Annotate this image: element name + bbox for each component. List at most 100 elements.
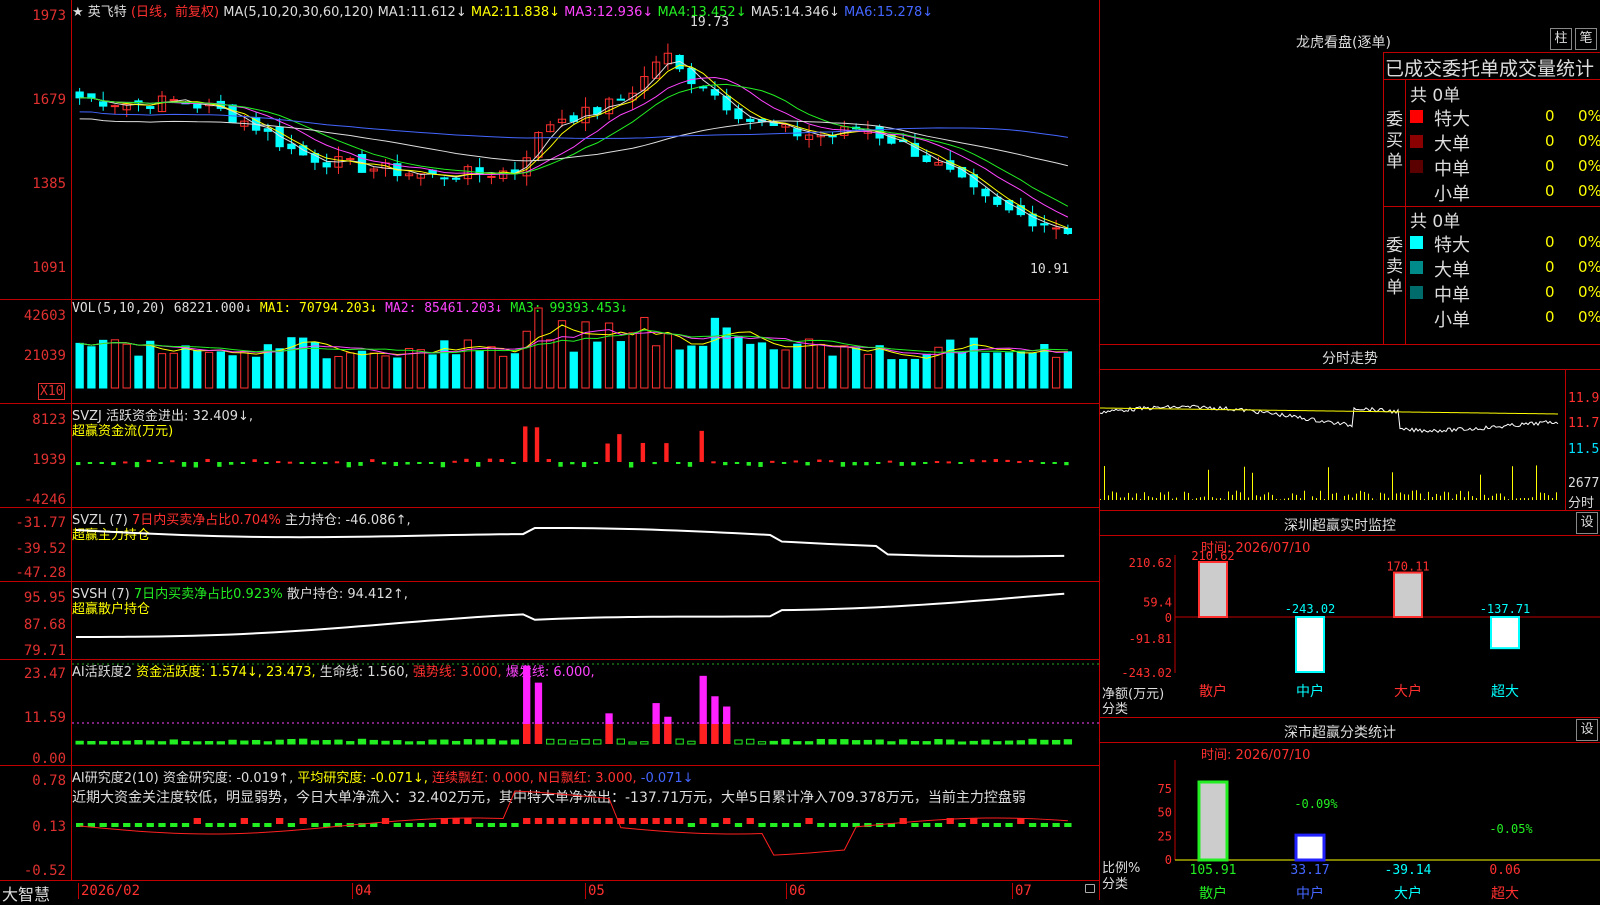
research-bar xyxy=(911,823,918,827)
activity-chart[interactable] xyxy=(72,660,1099,765)
tick-volume-bar xyxy=(1336,493,1337,500)
research-bar xyxy=(700,818,707,824)
tick-volume-bar xyxy=(1232,495,1233,500)
research-bar xyxy=(170,823,177,827)
activity-bar xyxy=(594,740,601,744)
research-bar xyxy=(711,823,718,827)
monitor-settings-button[interactable]: 设 xyxy=(1576,512,1598,534)
research-bar xyxy=(535,818,542,824)
lock-icon[interactable] xyxy=(1085,884,1095,893)
tick-volume-bar xyxy=(1276,499,1277,500)
tick-view-button[interactable]: 笔 xyxy=(1575,28,1597,50)
flow-bar xyxy=(323,462,327,464)
tick-volume-bar xyxy=(1380,493,1381,500)
research-bar xyxy=(452,818,459,824)
volume-bar xyxy=(170,353,177,388)
kline-chart[interactable] xyxy=(72,0,1099,299)
tick-volume-bar xyxy=(1440,496,1441,500)
bar-value: -137.71 xyxy=(1480,602,1531,616)
research-bar xyxy=(664,818,671,824)
tick-volume-bar xyxy=(1124,497,1125,500)
tick-volume-bar xyxy=(1256,495,1257,500)
research-bar xyxy=(217,823,224,827)
trend-title: 分时走势 xyxy=(1322,348,1378,368)
flow-bar xyxy=(335,461,339,463)
flow-bar xyxy=(194,462,198,467)
tick-volume-bar xyxy=(1148,496,1149,500)
buy-pct: 0% xyxy=(1578,132,1600,150)
tick-volume-bar xyxy=(1292,493,1293,500)
research-bar xyxy=(429,823,436,827)
volume-bar xyxy=(135,356,142,388)
activity-bar xyxy=(405,742,412,744)
candle xyxy=(111,106,118,107)
class-ratio-bar-chart[interactable]: 7550250105.91散户-0.09%33.17中户-39.14大户-0.0… xyxy=(1100,760,1600,900)
volume-chart[interactable] xyxy=(72,300,1099,403)
tick-volume-bar xyxy=(1320,491,1321,500)
tick-volume-bar xyxy=(1528,498,1529,500)
volume-bar xyxy=(876,346,883,388)
flow-bar xyxy=(1005,460,1009,462)
volume-bar xyxy=(417,350,424,388)
flow-bar xyxy=(135,462,139,467)
volume-bar xyxy=(182,346,189,388)
volume-bar xyxy=(605,323,612,388)
activity-bar xyxy=(982,740,989,744)
retail-holding-chart[interactable] xyxy=(72,582,1099,659)
flow-bar xyxy=(500,459,504,462)
volume-bar xyxy=(629,333,636,388)
buy-count: 0 xyxy=(1545,157,1555,175)
main-yaxis xyxy=(0,0,72,300)
volume-bar xyxy=(158,354,165,388)
intraday-chart[interactable] xyxy=(1100,370,1565,510)
sell-row: 大单00% xyxy=(1410,256,1600,280)
tick-volume-bar xyxy=(1452,499,1453,500)
flow-bar xyxy=(676,462,680,464)
flow-bar xyxy=(441,462,445,467)
class-title: 深市超赢分类统计 xyxy=(1284,722,1396,742)
flow-bar xyxy=(700,431,704,462)
class-ylabel: 0 xyxy=(1165,853,1172,867)
capital-flow-chart[interactable] xyxy=(72,404,1099,507)
activity-bar xyxy=(1064,740,1071,744)
svsh-ylabel: 79.71 xyxy=(0,643,66,659)
activity-bar xyxy=(182,741,189,744)
bar-view-button[interactable]: 柱 xyxy=(1550,28,1572,50)
activity-bar xyxy=(288,739,295,744)
xaxis-label: 04 xyxy=(352,883,372,899)
tick-volume-bar xyxy=(1412,491,1413,500)
main-holding-chart[interactable] xyxy=(72,508,1099,581)
ai2-ylabel: -0.52 xyxy=(0,863,66,879)
flow-bar xyxy=(1029,460,1033,462)
volume-bar xyxy=(147,341,154,388)
net-flow-bar-chart[interactable]: 210.6259.40-91.81-243.02210.62散户-243.02中… xyxy=(1100,555,1600,715)
activity-bar xyxy=(170,740,177,744)
tick-volume-bar xyxy=(1432,497,1433,500)
tick-volume-bar xyxy=(1464,497,1465,500)
research-bar xyxy=(405,823,412,827)
research-chart[interactable] xyxy=(72,766,1099,880)
volume-bar xyxy=(217,352,224,388)
tick-volume-bar xyxy=(1468,491,1469,500)
flow-bar xyxy=(982,460,986,462)
volume-bar xyxy=(641,317,648,388)
research-bar xyxy=(605,818,612,824)
monitor-ylabel: 0 xyxy=(1165,611,1172,625)
trend-ylabel: 11.76 xyxy=(1568,416,1600,431)
activity-bar xyxy=(382,741,389,744)
activity-bar xyxy=(147,741,154,744)
tick-volume-bar xyxy=(1512,466,1513,500)
tick-volume-bar xyxy=(1484,495,1485,500)
flow-bar xyxy=(476,462,480,467)
flow-bar xyxy=(429,462,433,464)
tick-volume-bar xyxy=(1556,492,1557,500)
flow-bar xyxy=(888,461,892,463)
net-bar xyxy=(1199,562,1227,617)
volume-bar xyxy=(888,360,895,388)
class-settings-button[interactable]: 设 xyxy=(1576,719,1598,741)
flow-bar xyxy=(570,462,574,464)
flow-bar xyxy=(511,462,515,464)
flow-bar xyxy=(864,462,868,465)
research-bar xyxy=(547,818,554,824)
tick-volume-bar xyxy=(1436,494,1437,500)
